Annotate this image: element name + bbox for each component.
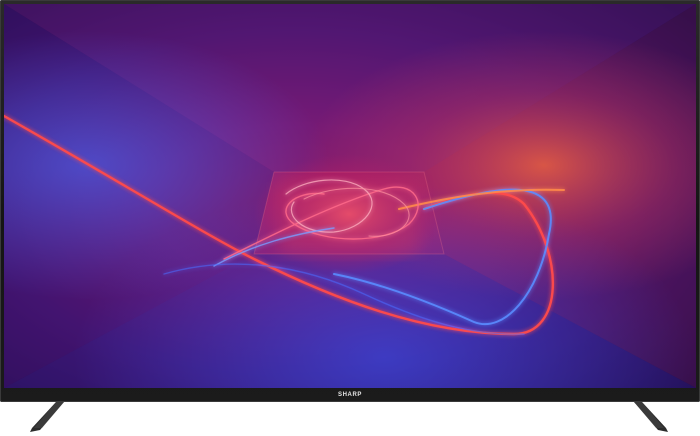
tv-product-image: SHARP: [0, 0, 700, 436]
brand-logo: SHARP: [337, 392, 363, 398]
tv-bezel: SHARP: [0, 0, 700, 402]
stand-foot-left: [30, 402, 72, 432]
stand-foot-right: [626, 402, 668, 432]
screen-wallpaper: [4, 4, 696, 388]
tv-screen: [4, 4, 696, 388]
